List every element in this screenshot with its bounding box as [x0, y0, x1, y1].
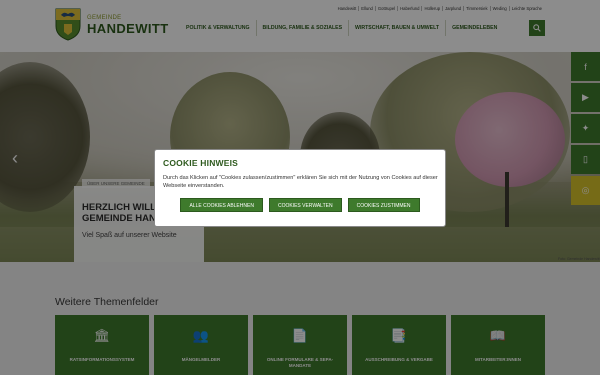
cookie-buttons: ALLE COOKIES ABLEHNEN COOKIES VERWALTEN … [163, 198, 437, 212]
reject-cookies-button[interactable]: ALLE COOKIES ABLEHNEN [180, 198, 263, 212]
cookie-dialog: COOKIE HINWEIS Durch das Klicken auf "Co… [154, 149, 446, 227]
manage-cookies-button[interactable]: COOKIES VERWALTEN [268, 198, 342, 212]
cookie-title: COOKIE HINWEIS [163, 158, 239, 168]
cookie-text: Durch das Klicken auf "Cookies zulassen/… [163, 175, 438, 189]
accept-cookies-button[interactable]: COOKIES ZUSTIMMEN [347, 198, 420, 212]
